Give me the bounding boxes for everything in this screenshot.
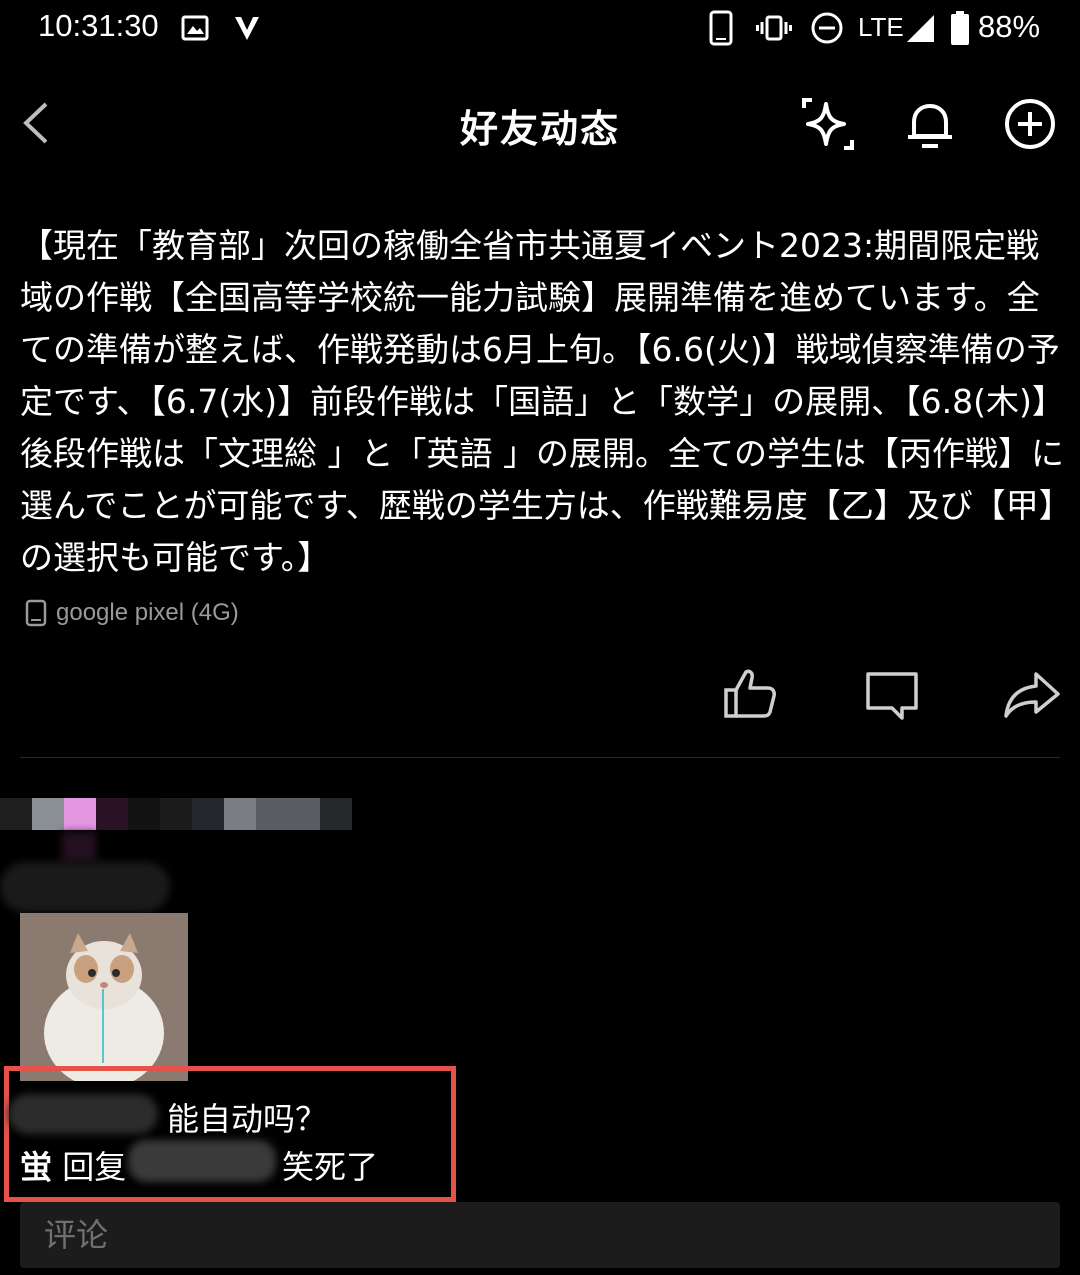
signal-icon [904, 10, 936, 46]
share-button[interactable] [1000, 662, 1064, 726]
blurred-reply-target [128, 1140, 276, 1182]
network-type: LTE [858, 12, 904, 42]
like-button[interactable] [718, 662, 782, 726]
phone-icon [708, 10, 734, 46]
reply-label: 回复 [62, 1148, 127, 1186]
battery-percent: 88% [978, 9, 1041, 44]
post-text: 【現在「教育部」次回の稼働全省市共通夏イベント2023:期間限定戦域の作戦【全国… [20, 226, 1065, 577]
phone-icon [25, 599, 47, 627]
comment-button[interactable] [860, 662, 924, 726]
thumbs-up-icon [724, 669, 776, 718]
gallery-icon [180, 10, 210, 46]
share-arrow-icon [1004, 672, 1060, 718]
v-notification-icon [232, 10, 262, 46]
comment-input[interactable]: 评论 [20, 1202, 1060, 1268]
device-name: google pixel (4G) [56, 599, 239, 626]
comment-icon [866, 672, 918, 720]
blurred-commenter-name [8, 1094, 158, 1134]
pixelated-block [62, 832, 96, 862]
do-not-disturb-icon [810, 10, 844, 46]
battery-icon [950, 10, 970, 46]
vibrate-icon [756, 10, 792, 46]
reply-author: 蛍 回复 [20, 1142, 126, 1188]
reply-username[interactable]: 蛍 [20, 1148, 52, 1186]
bell-icon [908, 104, 952, 148]
sparkle-button[interactable] [798, 94, 858, 154]
status-bar: 10:31:30 LTE 88% [0, 0, 1080, 60]
blurred-comment-text [0, 862, 170, 912]
status-time: 10:31:30 [38, 8, 159, 43]
comment-text: 能自动吗？ [167, 1100, 328, 1138]
divider [20, 757, 1060, 758]
plus-circle-icon [1005, 99, 1055, 149]
device-info: google pixel (4G) [24, 596, 239, 630]
comment-image[interactable] [20, 913, 188, 1081]
cat-photo [20, 913, 188, 1081]
pixelated-username [0, 798, 352, 830]
reply-text: 笑死了 [282, 1148, 379, 1186]
notification-button[interactable] [900, 94, 960, 154]
add-button[interactable] [1000, 94, 1060, 154]
sparkle-icon [802, 98, 854, 150]
top-app-bar: 好友动态 [0, 80, 1080, 170]
